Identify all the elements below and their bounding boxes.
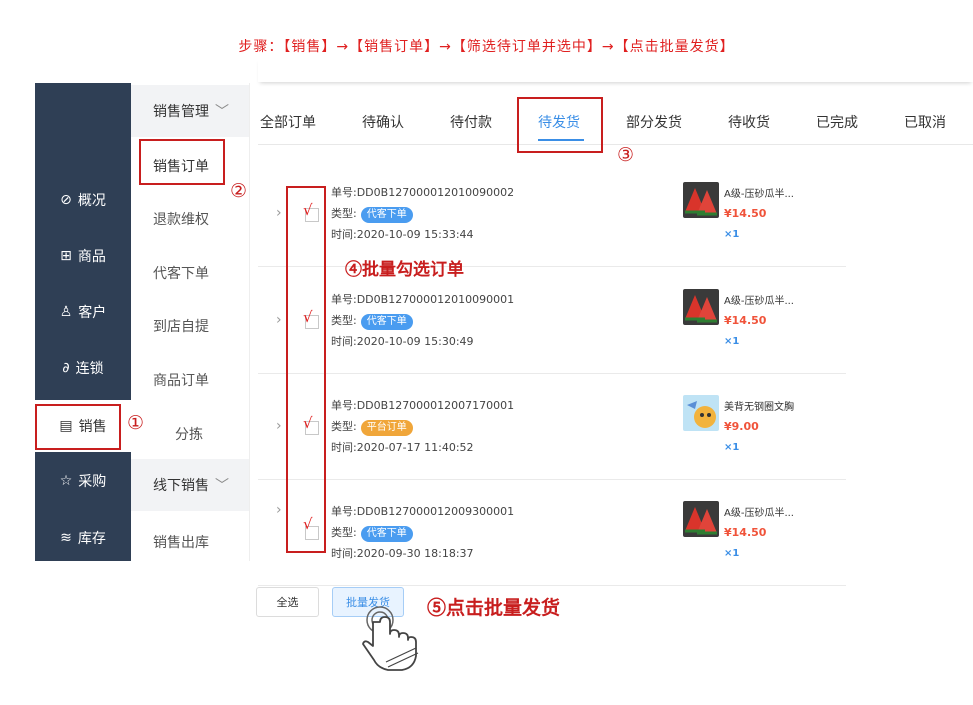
sidebar-item-label: 客户 xyxy=(78,305,107,321)
tab-all[interactable]: 全部订单 xyxy=(260,112,316,132)
chevron-right-icon[interactable]: › xyxy=(276,502,282,518)
chevron-down-icon: ﹀ xyxy=(215,478,229,494)
tab-completed[interactable]: 已完成 xyxy=(816,112,858,132)
product-quantity: ×1 xyxy=(724,442,740,453)
chevron-right-icon[interactable]: › xyxy=(276,418,282,434)
order-type-label: 类型: xyxy=(331,314,357,327)
compass-icon: ⊘ xyxy=(60,192,72,208)
order-time: 时间:2020-10-09 15:30:49 xyxy=(331,335,474,348)
subnav-group-label: 线下销售 xyxy=(153,478,209,494)
tab-to-receive[interactable]: 待收货 xyxy=(728,112,770,132)
product-quantity: ×1 xyxy=(724,548,740,559)
product-price: ¥9.00 xyxy=(724,420,759,433)
order-number: 单号:DD0B127000012010090001 xyxy=(331,293,515,306)
sidebar-item-customers[interactable]: ♙ 客户 xyxy=(35,297,131,327)
product-name: A级-压砂瓜半... xyxy=(724,508,794,519)
order-type-badge: 代客下单 xyxy=(360,526,413,542)
subnav-item-product-order[interactable]: 商品订单 xyxy=(153,370,209,390)
product-price: ¥14.50 xyxy=(724,314,767,327)
subnav-group-sales-mgmt[interactable]: 销售管理 ﹀ xyxy=(131,85,249,137)
product-quantity: ×1 xyxy=(724,336,740,347)
order-type-label: 类型: xyxy=(331,207,357,220)
layers-icon: ≋ xyxy=(60,530,72,546)
link-icon: ∂ xyxy=(62,360,70,376)
order-number: 单号:DD0B127000012009300001 xyxy=(331,505,515,518)
grid-icon: ⊞ xyxy=(60,248,72,264)
order-row: › √ 单号:DD0B127000012009300001 类型: 代客下单 时间… xyxy=(258,479,846,585)
annotation-click-batch-ship: ⑤点击批量发货 xyxy=(427,597,561,619)
subnav-item-refund[interactable]: 退款维权 xyxy=(153,209,209,229)
order-type-badge: 平台订单 xyxy=(360,420,413,436)
product-price: ¥14.50 xyxy=(724,207,767,220)
order-info: 单号:DD0B127000012010090002 类型: 代客下单 时间:202… xyxy=(331,182,514,245)
annotation-number-3: ③ xyxy=(617,144,635,166)
hand-pointer-icon xyxy=(362,606,419,671)
order-number: 单号:DD0B127000012010090002 xyxy=(331,186,515,199)
product-name: 美背无钢圈文胸 xyxy=(724,402,794,413)
star-icon: ☆ xyxy=(59,473,73,489)
sidebar-item-label: 概况 xyxy=(77,193,106,209)
subnav-group-label: 销售管理 xyxy=(153,104,209,120)
order-time: 时间:2020-07-17 11:40:52 xyxy=(331,441,474,454)
annotation-box-checkboxes xyxy=(286,186,326,553)
annotation-box-to-ship-tab xyxy=(517,97,603,153)
order-type-label: 类型: xyxy=(331,420,357,433)
sidebar-item-inventory[interactable]: ≋ 库存 xyxy=(35,523,131,553)
sidebar-item-label: 商品 xyxy=(77,249,106,265)
sidebar-item-purchase[interactable]: ☆ 采购 xyxy=(35,466,131,496)
annotation-box-sales-order xyxy=(139,139,225,185)
order-status-tabs: 全部订单 待确认 待付款 待发货 部分发货 待收货 已完成 已取消 xyxy=(258,100,973,145)
select-all-button[interactable]: 全选 xyxy=(256,587,319,617)
order-row: › √ 单号:DD0B127000012010090001 类型: 代客下单 时间… xyxy=(258,267,846,374)
product-thumbnail-cartoon xyxy=(683,395,719,431)
sidebar-item-label: 采购 xyxy=(78,474,107,490)
sidebar-item-chain[interactable]: ∂ 连锁 xyxy=(35,353,131,383)
divider xyxy=(258,585,846,586)
tab-cancelled[interactable]: 已取消 xyxy=(904,112,946,132)
chevron-right-icon[interactable]: › xyxy=(276,312,282,328)
order-type-label: 类型: xyxy=(331,526,357,539)
subnav-group-offline[interactable]: 线下销售 ﹀ xyxy=(131,459,249,511)
annotation-number-1: ① xyxy=(127,412,145,434)
annotation-number-2: ② xyxy=(230,180,248,202)
product-thumbnail-watermelon xyxy=(683,501,719,537)
tab-to-pay[interactable]: 待付款 xyxy=(450,112,492,132)
order-number: 单号:DD0B127000012007170001 xyxy=(331,399,515,412)
subnav-item-sorting[interactable]: 分拣 xyxy=(175,424,203,444)
main-sidebar: ⊘ 概况 ⊞ 商品 ♙ 客户 ∂ 连锁 ☆ 采购 ≋ 库存 xyxy=(35,83,131,561)
order-type-badge: 代客下单 xyxy=(360,207,413,223)
order-row: › √ 单号:DD0B127000012007170001 类型: 平台订单 时间… xyxy=(258,373,846,480)
tab-partial-shipped[interactable]: 部分发货 xyxy=(626,112,682,132)
sidebar-item-label: 连锁 xyxy=(75,361,104,377)
top-strip xyxy=(258,58,973,82)
order-info: 单号:DD0B127000012007170001 类型: 平台订单 时间:202… xyxy=(331,395,514,458)
product-quantity: ×1 xyxy=(724,229,740,240)
tab-to-confirm[interactable]: 待确认 xyxy=(362,112,404,132)
sidebar-item-products[interactable]: ⊞ 商品 xyxy=(35,241,131,271)
subnav-item-pickup[interactable]: 到店自提 xyxy=(153,316,209,336)
order-time: 时间:2020-09-30 18:18:37 xyxy=(331,547,474,560)
order-type-badge: 代客下单 xyxy=(360,314,413,330)
product-thumbnail-watermelon xyxy=(683,182,719,218)
chevron-down-icon: ﹀ xyxy=(215,104,229,120)
sidebar-item-overview[interactable]: ⊘ 概况 xyxy=(35,185,131,215)
sidebar-item-label: 库存 xyxy=(77,531,106,547)
order-info: 单号:DD0B127000012009300001 类型: 代客下单 时间:202… xyxy=(331,501,514,564)
order-info: 单号:DD0B127000012010090001 类型: 代客下单 时间:202… xyxy=(331,289,514,352)
order-row: › √ 单号:DD0B127000012010090002 类型: 代客下单 时间… xyxy=(258,160,846,267)
annotation-batch-select: ④批量勾选订单 xyxy=(345,260,464,280)
annotation-box-sales xyxy=(35,404,121,450)
order-time: 时间:2020-10-09 15:33:44 xyxy=(331,228,474,241)
product-name: A级-压砂瓜半... xyxy=(724,296,794,307)
product-thumbnail-watermelon xyxy=(683,289,719,325)
product-name: A级-压砂瓜半... xyxy=(724,189,794,200)
subnav-item-proxy-order[interactable]: 代客下单 xyxy=(153,263,209,283)
chevron-right-icon[interactable]: › xyxy=(276,205,282,221)
instruction-title: 步骤：【销售】→【销售订单】→【筛选待订单并选中】→【点击批量发货】 xyxy=(238,39,735,55)
subnav-item-sales-outbound[interactable]: 销售出库 xyxy=(153,532,209,552)
product-price: ¥14.50 xyxy=(724,526,767,539)
user-icon: ♙ xyxy=(59,304,73,320)
